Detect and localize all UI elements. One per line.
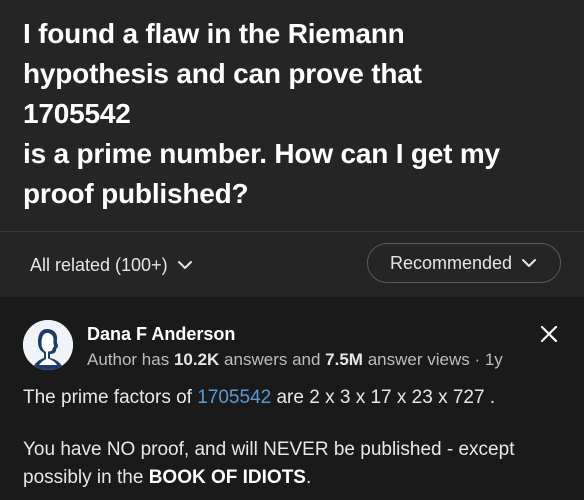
author-name[interactable]: Dana F Anderson (87, 324, 235, 345)
answer-text: . (305, 467, 312, 488)
sort-label: Recommended (389, 252, 513, 273)
answer-card: Dana F Anderson Author has 10.2K answers… (0, 297, 584, 500)
meta-mid: answers and (219, 350, 326, 369)
question-title-line: proof published? (23, 178, 249, 209)
filter-bar: All related (100+) Recommended (0, 231, 584, 298)
close-icon[interactable] (538, 323, 560, 345)
answer-paragraph: The prime factors of 1705542 are 2 x 3 x… (23, 387, 495, 409)
avatar[interactable] (23, 320, 73, 370)
question-title-line: 1705542 (23, 98, 131, 129)
all-related-label: All related (100+) (30, 254, 168, 275)
user-silhouette-icon (23, 320, 73, 370)
views-count: 7.5M (325, 350, 363, 369)
answer-paragraph: You have NO proof, and will NEVER be pub… (23, 436, 568, 492)
author-credentials: Author has 10.2K answers and 7.5M answer… (87, 350, 503, 370)
answer-emphasis: BOOK OF IDIOTS (148, 467, 306, 488)
number-link[interactable]: 1705542 (197, 387, 271, 408)
question-title-line: hypothesis and can prove that (23, 58, 422, 89)
answer-text: are 2 x 3 x 17 x 23 x 727 . (271, 387, 496, 408)
sort-dropdown[interactable]: Recommended (367, 243, 561, 283)
question-title[interactable]: I found a flaw in the Riemann hypothesis… (23, 14, 563, 214)
question-header: I found a flaw in the Riemann hypothesis… (0, 0, 584, 230)
question-title-line: is a prime number. How can I get my (23, 138, 500, 169)
all-related-dropdown[interactable]: All related (100+) (30, 250, 194, 280)
meta-prefix: Author has (87, 350, 174, 369)
meta-suffix: answer views · 1y (362, 350, 503, 369)
page: I found a flaw in the Riemann hypothesis… (0, 0, 584, 500)
question-title-line: I found a flaw in the Riemann (23, 18, 405, 49)
chevron-down-icon (522, 259, 537, 267)
chevron-down-icon (177, 261, 192, 269)
answers-count: 10.2K (173, 350, 220, 369)
answer-text: The prime factors of (23, 387, 198, 408)
